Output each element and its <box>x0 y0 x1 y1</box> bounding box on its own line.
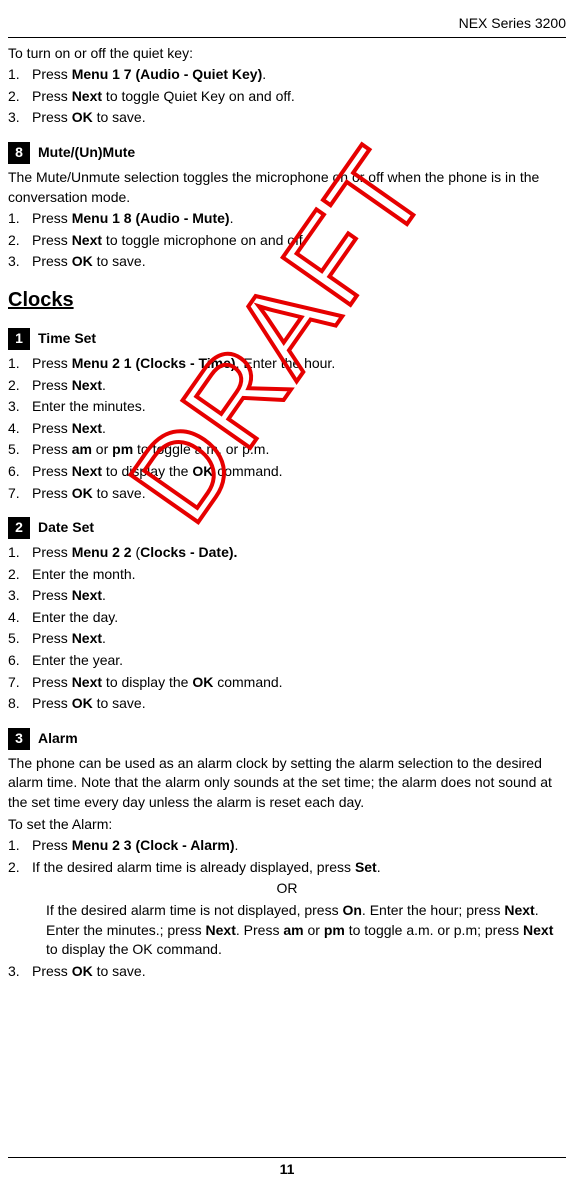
section-3-intro: The phone can be used as an alarm clock … <box>8 754 566 813</box>
list-item: 1.Press Menu 2 2 (Clocks - Date). <box>8 543 566 563</box>
list-item: 2. If the desired alarm time is already … <box>8 858 566 878</box>
list-number: 7. <box>8 484 32 504</box>
page-number: 11 <box>0 1160 574 1180</box>
list-number: 4. <box>8 419 32 439</box>
list-number: 1. <box>8 836 32 856</box>
section-3-alt: If the desired alarm time is not display… <box>46 901 566 960</box>
list-item: 1.Press Menu 1 7 (Audio - Quiet Key). <box>8 65 566 85</box>
list-body: Enter the day. <box>32 608 566 628</box>
list-item: 3. Press OK to save. <box>8 962 566 982</box>
list-item: 6.Enter the year. <box>8 651 566 671</box>
list-body: Press Menu 2 1 (Clocks - Time). Enter th… <box>32 354 566 374</box>
running-header: NEX Series 3200 <box>8 14 566 34</box>
list-body: Press Next. <box>32 376 566 396</box>
section-2-number: 2 <box>8 517 30 539</box>
list-number: 3. <box>8 962 32 982</box>
bottom-rule <box>8 1157 566 1158</box>
list-number: 3. <box>8 108 32 128</box>
list-number: 1. <box>8 354 32 374</box>
list-item: 7.Press Next to display the OK command. <box>8 673 566 693</box>
list-number: 1. <box>8 65 32 85</box>
list-item: 4.Press Next. <box>8 419 566 439</box>
list-body: Press Next to toggle microphone on and o… <box>32 231 566 251</box>
list-item: 1.Press Menu 1 8 (Audio - Mute). <box>8 209 566 229</box>
list-item: 3.Enter the minutes. <box>8 397 566 417</box>
list-body: If the desired alarm time is already dis… <box>32 858 566 878</box>
list-body: Press Next to toggle Quiet Key on and of… <box>32 87 566 107</box>
list-item: 3.Press OK to save. <box>8 108 566 128</box>
list-item: 3.Press Next. <box>8 586 566 606</box>
list-number: 2. <box>8 858 32 878</box>
list-number: 3. <box>8 397 32 417</box>
section-8-title: Mute/(Un)Mute <box>38 143 135 163</box>
list-body: Press OK to save. <box>32 252 566 272</box>
list-item: 2.Press Next to toggle microphone on and… <box>8 231 566 251</box>
clocks-heading: Clocks <box>8 286 566 314</box>
list-body: Enter the minutes. <box>32 397 566 417</box>
list-body: Press OK to save. <box>32 694 566 714</box>
list-body: Press Menu 2 2 (Clocks - Date). <box>32 543 566 563</box>
list-item: 1.Press Menu 2 1 (Clocks - Time). Enter … <box>8 354 566 374</box>
list-item: 3.Press OK to save. <box>8 252 566 272</box>
list-number: 7. <box>8 673 32 693</box>
list-number: 5. <box>8 440 32 460</box>
list-body: Press OK to save. <box>32 108 566 128</box>
list-body: Press Menu 2 3 (Clock - Alarm). <box>32 836 566 856</box>
list-body: Press Next. <box>32 419 566 439</box>
list-number: 2. <box>8 87 32 107</box>
section-1-header: 1 Time Set <box>8 328 566 350</box>
list-number: 8. <box>8 694 32 714</box>
section-3-lead: To set the Alarm: <box>8 815 566 835</box>
list-body: Press Menu 1 7 (Audio - Quiet Key). <box>32 65 566 85</box>
list-body: Press am or pm to toggle a.m. or p.m. <box>32 440 566 460</box>
list-number: 3. <box>8 252 32 272</box>
list-number: 6. <box>8 651 32 671</box>
list-body: Press Menu 1 8 (Audio - Mute). <box>32 209 566 229</box>
list-body: Press OK to save. <box>32 484 566 504</box>
section-1-title: Time Set <box>38 329 96 349</box>
list-body: Press Next to display the OK command. <box>32 462 566 482</box>
list-item: 6.Press Next to display the OK command. <box>8 462 566 482</box>
quiet-key-intro: To turn on or off the quiet key: <box>8 44 566 64</box>
list-item: 7.Press OK to save. <box>8 484 566 504</box>
section-2-header: 2 Date Set <box>8 517 566 539</box>
section-3-number: 3 <box>8 728 30 750</box>
section-1-number: 1 <box>8 328 30 350</box>
list-number: 2. <box>8 231 32 251</box>
list-body: Press Next. <box>32 629 566 649</box>
list-number: 1. <box>8 209 32 229</box>
list-number: 4. <box>8 608 32 628</box>
section-8-number: 8 <box>8 142 30 164</box>
list-item: 1. Press Menu 2 3 (Clock - Alarm). <box>8 836 566 856</box>
list-body: Enter the year. <box>32 651 566 671</box>
list-number: 6. <box>8 462 32 482</box>
list-item: 2.Press Next. <box>8 376 566 396</box>
list-number: 2. <box>8 565 32 585</box>
section-3-title: Alarm <box>38 729 78 749</box>
list-body: Press Next to display the OK command. <box>32 673 566 693</box>
list-body: Press OK to save. <box>32 962 566 982</box>
list-item: 5.Press Next. <box>8 629 566 649</box>
or-divider: OR <box>8 879 566 899</box>
top-rule <box>8 37 566 38</box>
list-number: 2. <box>8 376 32 396</box>
list-number: 1. <box>8 543 32 563</box>
list-item: 5.Press am or pm to toggle a.m. or p.m. <box>8 440 566 460</box>
list-number: 3. <box>8 586 32 606</box>
section-2-title: Date Set <box>38 518 94 538</box>
list-item: 8.Press OK to save. <box>8 694 566 714</box>
section-8-intro: The Mute/Unmute selection toggles the mi… <box>8 168 566 207</box>
section-8-header: 8 Mute/(Un)Mute <box>8 142 566 164</box>
list-item: 4.Enter the day. <box>8 608 566 628</box>
list-body: Press Next. <box>32 586 566 606</box>
list-item: 2.Enter the month. <box>8 565 566 585</box>
list-body: Enter the month. <box>32 565 566 585</box>
list-number: 5. <box>8 629 32 649</box>
list-item: 2.Press Next to toggle Quiet Key on and … <box>8 87 566 107</box>
section-3-header: 3 Alarm <box>8 728 566 750</box>
